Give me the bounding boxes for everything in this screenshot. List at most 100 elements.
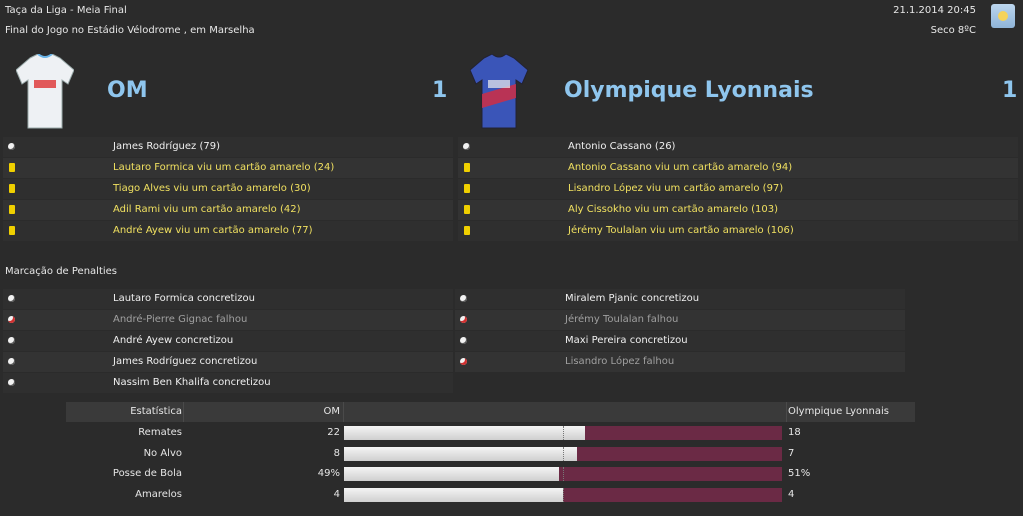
event-text: Antonio Cassano (26)	[568, 141, 676, 152]
ball-icon	[8, 358, 15, 365]
missed-penalty-icon	[8, 316, 15, 323]
away-shirt-icon	[470, 54, 528, 129]
stat-row: Posse de Bola 49% 51%	[66, 464, 915, 484]
event-text: André Ayew concretizou	[113, 335, 234, 346]
ball-icon	[8, 379, 15, 386]
event-text: James Rodríguez (79)	[113, 141, 221, 152]
yellow-card-icon	[9, 184, 15, 193]
stat-label: No Alvo	[143, 447, 182, 459]
away-penalty-row: Maxi Pereira concretizou	[455, 331, 905, 351]
yellow-card-icon	[9, 205, 15, 214]
home-penalty-row: André Ayew concretizou	[3, 331, 453, 351]
stat-away-value: 4	[788, 488, 795, 500]
stat-row: Amarelos 4 4	[66, 485, 915, 505]
stat-bar-midpoint	[563, 446, 564, 461]
missed-penalty-icon	[460, 316, 467, 323]
stat-row: No Alvo 8 7	[66, 444, 915, 464]
ball-icon	[460, 295, 467, 302]
home-event-row: André Ayew viu um cartão amarelo (77)	[3, 221, 453, 241]
stat-bar	[344, 446, 782, 461]
stat-row: Remates 22 18	[66, 423, 915, 443]
home-penalty-row: James Rodríguez concretizou	[3, 352, 453, 372]
yellow-card-icon	[9, 163, 15, 172]
ball-icon	[8, 143, 15, 150]
home-event-row: Tiago Alves viu um cartão amarelo (30)	[3, 179, 453, 199]
event-text: Lisandro López falhou	[565, 356, 675, 367]
stat-bar-home-fill	[344, 426, 585, 440]
ball-icon	[8, 295, 15, 302]
stat-bar	[344, 426, 782, 440]
yellow-card-icon	[9, 226, 15, 235]
event-text: Aly Cissokho viu um cartão amarelo (103)	[568, 204, 778, 215]
stats-header-away: Olympique Lyonnais	[788, 406, 889, 417]
venue-text: Final do Jogo no Estádio Vélodrome , em …	[5, 25, 255, 36]
home-event-row: James Rodríguez (79)	[3, 137, 453, 157]
event-text: Adil Rami viu um cartão amarelo (42)	[113, 204, 301, 215]
stat-home-value: 4	[333, 488, 340, 500]
away-penalty-row: Lisandro López falhou	[455, 352, 905, 372]
missed-penalty-icon	[460, 358, 467, 365]
event-text: André-Pierre Gignac falhou	[113, 314, 248, 325]
yellow-card-icon	[464, 226, 470, 235]
away-event-row: Antonio Cassano viu um cartão amarelo (9…	[458, 158, 1018, 178]
stat-label: Amarelos	[135, 488, 182, 500]
stat-bar-home-fill	[344, 446, 578, 461]
stat-away-value: 7	[788, 447, 795, 459]
away-penalty-row: Miralem Pjanic concretizou	[455, 289, 905, 309]
away-score: 1	[1002, 78, 1018, 103]
event-text: Jérémy Toulalan viu um cartão amarelo (1…	[568, 225, 794, 236]
home-penalty-row: André-Pierre Gignac falhou	[3, 310, 453, 330]
home-team-name: OM	[107, 78, 148, 103]
stat-home-value: 49%	[317, 468, 340, 479]
stat-away-value: 18	[788, 427, 801, 438]
event-text: Lisandro López viu um cartão amarelo (97…	[568, 183, 784, 194]
event-text: James Rodríguez concretizou	[113, 356, 258, 367]
event-text: Tiago Alves viu um cartão amarelo (30)	[113, 183, 311, 194]
away-event-row: Aly Cissokho viu um cartão amarelo (103)	[458, 200, 1018, 220]
stat-bar-midpoint	[563, 426, 564, 440]
stats-header-home: OM	[323, 406, 341, 417]
ball-icon	[460, 337, 467, 344]
home-score: 1	[432, 78, 448, 103]
home-shirt-icon	[16, 54, 74, 129]
stat-bar-home-fill	[344, 467, 559, 481]
stat-bar-midpoint	[563, 487, 564, 502]
home-event-row: Adil Rami viu um cartão amarelo (42)	[3, 200, 453, 220]
sun-icon	[991, 4, 1015, 28]
event-text: Maxi Pereira concretizou	[565, 335, 688, 346]
stat-bar	[344, 487, 782, 502]
event-text: Lautaro Formica viu um cartão amarelo (2…	[113, 162, 335, 173]
event-text: Miralem Pjanic concretizou	[565, 293, 700, 304]
stat-away-value: 51%	[788, 468, 811, 479]
stat-home-value: 22	[327, 427, 340, 438]
event-text: Antonio Cassano viu um cartão amarelo (9…	[568, 162, 793, 173]
stats-header-label: Estatística	[130, 406, 182, 417]
event-text: Nassim Ben Khalifa concretizou	[113, 377, 271, 388]
stat-home-value: 8	[333, 447, 340, 459]
home-penalty-row: Lautaro Formica concretizou	[3, 289, 453, 309]
home-event-row: Lautaro Formica viu um cartão amarelo (2…	[3, 158, 453, 178]
stat-bar-home-fill	[344, 487, 563, 502]
away-team-name: Olympique Lyonnais	[564, 78, 814, 103]
weather-text: Seco 8ºC	[930, 25, 976, 36]
stats-header-row: Estatística OM Olympique Lyonnais	[66, 402, 915, 422]
away-event-row: Antonio Cassano (26)	[458, 137, 1018, 157]
penalties-title: Marcação de Penalties	[5, 266, 118, 277]
stat-label: Posse de Bola	[112, 468, 182, 479]
ball-icon	[463, 143, 470, 150]
stat-bar-midpoint	[563, 467, 564, 481]
yellow-card-icon	[464, 184, 470, 193]
home-penalty-row: Nassim Ben Khalifa concretizou	[3, 373, 453, 393]
stat-label: Remates	[138, 427, 182, 438]
away-event-row: Jérémy Toulalan viu um cartão amarelo (1…	[458, 221, 1018, 241]
competition-title: Taça da Liga - Meia Final	[5, 5, 127, 16]
event-text: Lautaro Formica concretizou	[113, 293, 255, 304]
away-event-row: Lisandro López viu um cartão amarelo (97…	[458, 179, 1018, 199]
event-text: André Ayew viu um cartão amarelo (77)	[113, 225, 313, 236]
match-datetime: 21.1.2014 20:45	[893, 5, 976, 16]
ball-icon	[8, 337, 15, 344]
yellow-card-icon	[464, 163, 470, 172]
stat-bar	[344, 467, 782, 481]
away-penalty-row: Jérémy Toulalan falhou	[455, 310, 905, 330]
event-text: Jérémy Toulalan falhou	[565, 314, 679, 325]
